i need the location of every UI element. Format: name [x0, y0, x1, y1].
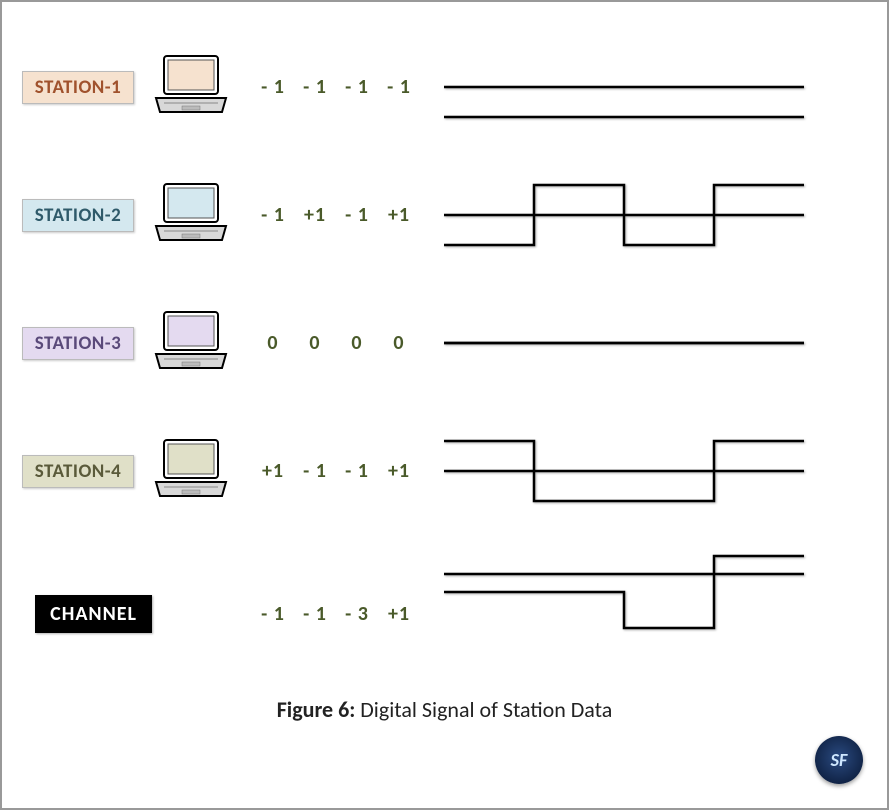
laptop-icon	[152, 310, 230, 372]
station-waveform	[442, 293, 867, 393]
station-row: STATION-4 +1- 1- 1+1	[22, 416, 867, 526]
channel-badge: CHANNEL	[35, 595, 152, 633]
station-badge: STATION-4	[22, 455, 134, 488]
station-row: STATION-1 - 1- 1- 1- 1	[22, 32, 867, 142]
station-values: - 1+1- 1+1	[242, 203, 442, 227]
laptop-icon	[152, 438, 230, 500]
laptop-icon	[152, 54, 230, 116]
laptop-icon	[152, 182, 230, 244]
station-badge: STATION-2	[22, 199, 134, 232]
site-logo-icon: SF	[815, 736, 863, 784]
channel-values: - 1- 1- 3+1	[242, 602, 442, 626]
station-row: STATION-2 - 1+1- 1+1	[22, 160, 867, 270]
channel-waveform	[442, 544, 867, 684]
station-values: - 1- 1- 1- 1	[242, 75, 442, 99]
station-values: 0000	[242, 331, 442, 355]
figure-caption: Figure 6: Digital Signal of Station Data	[22, 696, 867, 723]
station-waveform	[442, 421, 867, 521]
station-badge: STATION-1	[22, 71, 134, 104]
station-waveform	[442, 165, 867, 265]
station-values: +1- 1- 1+1	[242, 459, 442, 483]
channel-row: CHANNEL - 1- 1- 3+1	[22, 544, 867, 684]
station-waveform	[442, 37, 867, 137]
station-badge: STATION-3	[22, 327, 134, 360]
figure-frame: STATION-1 - 1- 1- 1- 1 STATION-2 - 1+1- …	[0, 0, 889, 810]
station-row: STATION-3 0000	[22, 288, 867, 398]
